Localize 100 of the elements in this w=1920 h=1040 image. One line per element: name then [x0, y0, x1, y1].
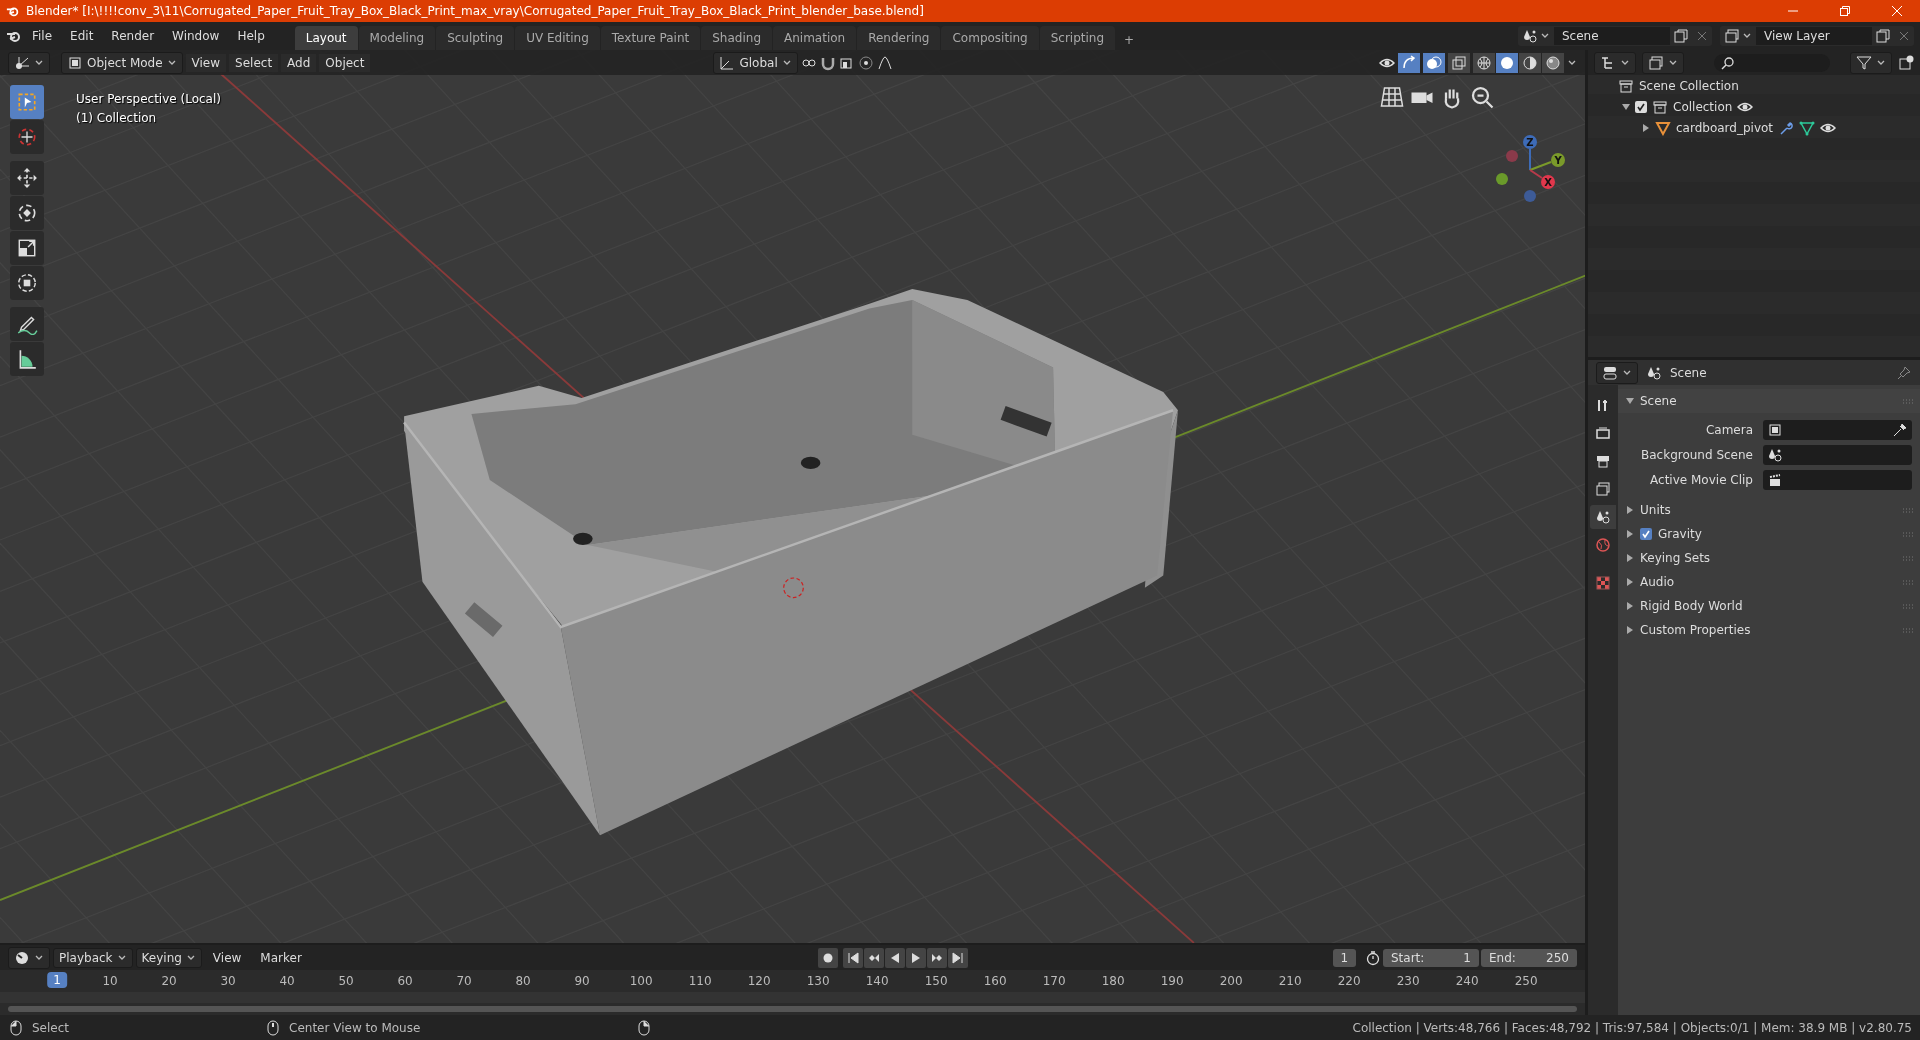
tree-item[interactable]: Collection	[1673, 99, 1733, 114]
next-keyframe-button[interactable]	[926, 947, 947, 968]
grid-view-icon[interactable]	[1380, 85, 1404, 109]
axis-handle[interactable]	[1524, 190, 1536, 202]
menu-item[interactable]: Select	[229, 53, 279, 72]
shading-mode-button[interactable]	[1519, 52, 1541, 73]
tool-button[interactable]	[10, 161, 44, 195]
input-field[interactable]	[1763, 419, 1912, 440]
menu-item[interactable]: Help	[229, 26, 273, 46]
play-button[interactable]	[905, 947, 926, 968]
workspace-tab[interactable]: Texture Paint	[600, 26, 701, 50]
panel-title[interactable]: Scene	[1640, 394, 1677, 408]
editor-type-dropdown[interactable]	[8, 946, 50, 969]
shading-mode-button[interactable]	[1473, 52, 1495, 73]
gizmo-toggle[interactable]	[1398, 52, 1420, 73]
mode-dropdown[interactable]: Object Mode	[61, 51, 183, 74]
falloff-curve-icon[interactable]	[876, 54, 893, 71]
section-title[interactable]: Units	[1640, 503, 1671, 517]
pin-icon[interactable]	[1896, 364, 1912, 381]
copy-icon[interactable]	[1673, 28, 1689, 44]
collapsed-arrow-icon[interactable]	[1626, 506, 1634, 514]
close-icon[interactable]	[1695, 29, 1709, 43]
expanded-arrow-icon[interactable]	[1626, 397, 1634, 405]
drag-handle-icon[interactable]	[1902, 553, 1914, 563]
editor-type-dropdown[interactable]	[1594, 51, 1636, 74]
record-button[interactable]	[817, 947, 838, 968]
collapsed-arrow-icon[interactable]	[1626, 578, 1634, 586]
expanded-arrow-icon[interactable]	[1622, 102, 1630, 111]
add-workspace-button[interactable]: +	[1116, 30, 1143, 50]
editor-type-dropdown[interactable]	[1596, 361, 1638, 384]
xray-toggle[interactable]	[1448, 52, 1470, 73]
overlay-toggle[interactable]	[1423, 52, 1445, 73]
stopwatch-icon[interactable]	[1365, 949, 1381, 966]
collapsed-arrow-icon[interactable]	[1626, 626, 1634, 634]
workspace-tab[interactable]: Scripting	[1039, 26, 1116, 50]
menu-item[interactable]: File	[24, 26, 61, 46]
previous-keyframe-button[interactable]	[863, 947, 884, 968]
workspace-tab[interactable]: Rendering	[857, 26, 941, 50]
shading-mode-button[interactable]	[1496, 52, 1518, 73]
workspace-tab[interactable]: Compositing	[941, 26, 1039, 50]
tool-button[interactable]	[10, 231, 44, 265]
axis-handle[interactable]: Y	[1551, 153, 1565, 167]
menu-dropdown[interactable]: Keying	[135, 947, 202, 968]
menu-item[interactable]: Window	[164, 26, 228, 46]
section-title[interactable]: Rigid Body World	[1640, 599, 1743, 613]
axis-handle[interactable]: X	[1541, 175, 1555, 189]
scrollbar[interactable]	[8, 1006, 1577, 1012]
tool-button[interactable]	[10, 196, 44, 230]
editor-type-dropdown[interactable]	[8, 51, 50, 74]
properties-tab[interactable]	[1590, 505, 1616, 529]
current-frame-field[interactable]: 1	[1332, 948, 1356, 967]
collapsed-arrow-icon[interactable]	[1626, 530, 1634, 538]
workspace-tab[interactable]: Animation	[773, 26, 857, 50]
axis-handle[interactable]: Z	[1523, 135, 1537, 149]
section-title[interactable]: Keying Sets	[1640, 551, 1711, 565]
menu-item[interactable]: Marker	[252, 947, 310, 968]
tree-item[interactable]: cardboard_pivot	[1676, 120, 1774, 135]
workspace-tab[interactable]: Shading	[701, 26, 772, 50]
tree-item[interactable]: Scene Collection	[1639, 78, 1739, 93]
proportional-edit-icon[interactable]	[857, 54, 874, 71]
tool-button[interactable]	[10, 342, 44, 376]
menu-item[interactable]: Add	[281, 53, 317, 72]
shading-mode-button[interactable]	[1542, 52, 1564, 73]
axis-handle[interactable]	[1496, 173, 1508, 185]
end-frame-field[interactable]: End: 250	[1481, 948, 1577, 967]
workspace-tab[interactable]: UV Editing	[515, 26, 600, 50]
section-title[interactable]: Custom Properties	[1640, 623, 1751, 637]
collapsed-arrow-icon[interactable]	[1626, 602, 1634, 610]
workspace-tab[interactable]: Modeling	[358, 26, 436, 50]
filter-dropdown[interactable]	[1850, 51, 1892, 74]
drag-handle-icon[interactable]	[1902, 396, 1914, 406]
jump-end-button[interactable]	[947, 947, 968, 968]
drag-handle-icon[interactable]	[1902, 601, 1914, 611]
menu-item[interactable]: Render	[103, 26, 163, 46]
input-field[interactable]	[1763, 444, 1912, 465]
drag-handle-icon[interactable]	[1902, 577, 1914, 587]
jump-start-button[interactable]	[842, 947, 863, 968]
collapsed-arrow-icon[interactable]	[1642, 123, 1650, 132]
menu-dropdown[interactable]: Playback	[53, 947, 133, 968]
axis-handle[interactable]	[1506, 150, 1518, 162]
menu-item[interactable]: View	[185, 53, 227, 72]
display-mode-dropdown[interactable]	[1642, 51, 1684, 74]
tool-button[interactable]	[10, 266, 44, 300]
play-reverse-button[interactable]	[884, 947, 905, 968]
checkbox[interactable]	[1640, 528, 1652, 540]
start-frame-field[interactable]: Start: 1	[1383, 948, 1479, 967]
workspace-tab[interactable]: Layout	[294, 26, 358, 50]
checkbox[interactable]	[1635, 100, 1647, 113]
section-title[interactable]: Gravity	[1658, 527, 1702, 541]
copy-icon[interactable]	[1875, 28, 1891, 44]
section-title[interactable]: Audio	[1640, 575, 1675, 589]
menu-item[interactable]: Object	[319, 53, 371, 72]
search-field[interactable]	[1714, 53, 1830, 72]
view-layer-field[interactable]: View Layer	[1756, 27, 1872, 45]
drag-handle-icon[interactable]	[1902, 505, 1914, 515]
scene-field[interactable]: Scene	[1554, 27, 1670, 45]
menu-item[interactable]: Edit	[62, 26, 102, 46]
drag-handle-icon[interactable]	[1902, 625, 1914, 635]
workspace-tab[interactable]: Sculpting	[436, 26, 515, 50]
new-collection-icon[interactable]	[1898, 54, 1914, 71]
